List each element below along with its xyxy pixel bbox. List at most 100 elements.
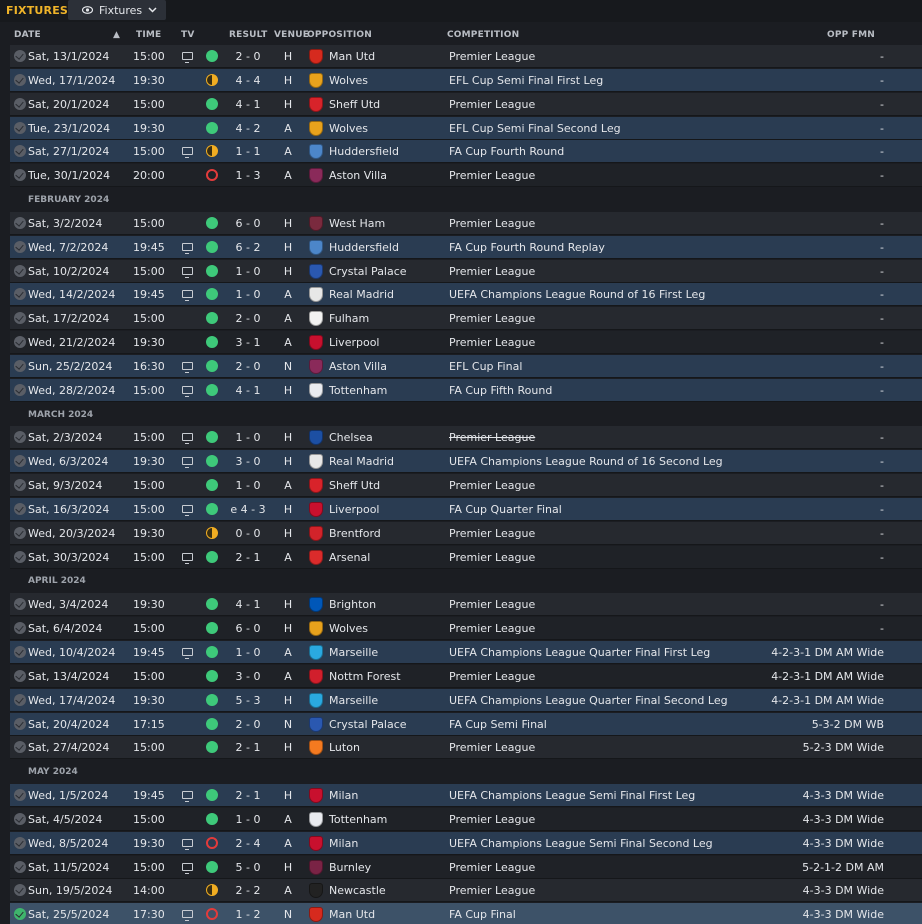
fixture-result[interactable]: 2 - 0 — [228, 718, 268, 731]
competition-name[interactable]: Premier League — [449, 336, 535, 349]
opposition-name[interactable]: Real Madrid — [329, 288, 394, 301]
column-header-result[interactable]: RESULT — [229, 30, 267, 40]
competition-name[interactable]: Premier League — [449, 598, 535, 611]
fixture-result[interactable]: 1 - 0 — [228, 646, 268, 659]
fixture-row[interactable]: Sat, 20/1/2024 15:00 4 - 1 H Sheff Utd Premie… — [10, 93, 922, 116]
opposition-name[interactable]: West Ham — [329, 217, 385, 230]
column-header-competition[interactable]: COMPETITION — [447, 30, 519, 40]
fixture-row[interactable]: Wed, 3/4/2024 19:30 4 - 1 H Brighton Premier … — [10, 593, 922, 616]
fixture-row[interactable]: Sat, 30/3/2024 15:00 2 - 1 A Arsenal Premier … — [10, 546, 922, 569]
opposition-name[interactable]: Man Utd — [329, 50, 375, 63]
competition-name[interactable]: FA Cup Fourth Round Replay — [449, 241, 605, 254]
opposition-name[interactable]: Aston Villa — [329, 360, 387, 373]
fixture-result[interactable]: 4 - 1 — [228, 98, 268, 111]
opposition-name[interactable]: Sheff Utd — [329, 479, 380, 492]
view-selector-button[interactable]: Fixtures — [68, 0, 166, 20]
fixture-row[interactable]: Wed, 10/4/2024 19:45 1 - 0 A Marseille UEFA C… — [10, 641, 922, 664]
fixture-result[interactable]: 1 - 0 — [228, 265, 268, 278]
opposition-name[interactable]: Crystal Palace — [329, 718, 407, 731]
fixture-result[interactable]: 2 - 4 — [228, 837, 268, 850]
opposition-name[interactable]: Brentford — [329, 527, 381, 540]
fixture-row[interactable]: Sat, 10/2/2024 15:00 1 - 0 H Crystal Palace P… — [10, 260, 922, 283]
fixture-row[interactable]: Sat, 3/2/2024 15:00 6 - 0 H West Ham Premier … — [10, 212, 922, 235]
fixture-result[interactable]: 3 - 0 — [228, 670, 268, 683]
opposition-name[interactable]: Milan — [329, 789, 358, 802]
fixture-result[interactable]: 6 - 0 — [228, 217, 268, 230]
opposition-name[interactable]: Nottm Forest — [329, 670, 401, 683]
competition-name[interactable]: Premier League — [449, 551, 535, 564]
fixture-row[interactable]: Wed, 8/5/2024 19:30 2 - 4 A Milan UEFA Champi… — [10, 832, 922, 855]
fixture-row[interactable]: Wed, 7/2/2024 19:45 6 - 2 H Huddersfield FA C… — [10, 236, 922, 259]
fixture-row[interactable]: Wed, 1/5/2024 19:45 2 - 1 H Milan UEFA Champi… — [10, 784, 922, 807]
competition-name[interactable]: Premier League — [449, 813, 535, 826]
fixture-row[interactable]: Tue, 23/1/2024 19:30 4 - 2 A Wolves EFL Cup S… — [10, 117, 922, 140]
fixture-row[interactable]: Sat, 27/1/2024 15:00 1 - 1 A Huddersfield FA … — [10, 140, 922, 163]
fixture-row[interactable]: Sat, 13/4/2024 15:00 3 - 0 A Nottm Forest Pre… — [10, 665, 922, 688]
fixture-row[interactable]: Sat, 17/2/2024 15:00 2 - 0 A Fulham Premier L… — [10, 307, 922, 330]
fixture-row[interactable]: Sat, 16/3/2024 15:00 e 4 - 3 H Liverpool FA C… — [10, 498, 922, 521]
opposition-name[interactable]: Sheff Utd — [329, 98, 380, 111]
column-header-date[interactable]: DATE — [14, 30, 41, 40]
fixture-row[interactable]: Tue, 30/1/2024 20:00 1 - 3 A Aston Villa Prem… — [10, 164, 922, 187]
fixture-result[interactable]: 5 - 3 — [228, 694, 268, 707]
competition-name[interactable]: FA Cup Fourth Round — [449, 145, 564, 158]
fixture-row[interactable]: Sun, 25/2/2024 16:30 2 - 0 N Aston Villa EFL … — [10, 355, 922, 378]
competition-name[interactable]: UEFA Champions League Round of 16 First … — [449, 288, 705, 301]
competition-name[interactable]: Premier League — [449, 479, 535, 492]
fixture-row[interactable]: Sat, 20/4/2024 17:15 2 - 0 N Crystal Palace F… — [10, 713, 922, 736]
competition-name[interactable]: Premier League — [449, 217, 535, 230]
fixture-row[interactable]: Wed, 14/2/2024 19:45 1 - 0 A Real Madrid UEFA… — [10, 283, 922, 306]
fixture-result[interactable]: 4 - 2 — [228, 122, 268, 135]
opposition-name[interactable]: Wolves — [329, 74, 368, 87]
opposition-name[interactable]: Newcastle — [329, 884, 386, 897]
opposition-name[interactable]: Wolves — [329, 122, 368, 135]
fixture-row[interactable]: Wed, 21/2/2024 19:30 3 - 1 A Liverpool Premie… — [10, 331, 922, 354]
fixture-row[interactable]: Wed, 6/3/2024 19:30 3 - 0 H Real Madrid UEFA … — [10, 450, 922, 473]
fixture-result[interactable]: 1 - 0 — [228, 813, 268, 826]
fixture-result[interactable]: 1 - 1 — [228, 145, 268, 158]
competition-name[interactable]: Premier League — [449, 265, 535, 278]
fixture-result[interactable]: 4 - 1 — [228, 384, 268, 397]
competition-name[interactable]: FA Cup Semi Final — [449, 718, 547, 731]
competition-name[interactable]: Premier League — [449, 50, 535, 63]
fixture-row[interactable]: Sat, 13/1/2024 15:00 2 - 0 H Man Utd Premier … — [10, 45, 922, 68]
competition-name[interactable]: EFL Cup Semi Final First Leg — [449, 74, 603, 87]
fixture-row[interactable]: Sat, 9/3/2024 15:00 1 - 0 A Sheff Utd Premier… — [10, 474, 922, 497]
fixture-result[interactable]: 2 - 0 — [228, 360, 268, 373]
competition-name[interactable]: UEFA Champions League Quarter Final Firs… — [449, 646, 710, 659]
fixture-result[interactable]: 6 - 0 — [228, 622, 268, 635]
opposition-name[interactable]: Luton — [329, 741, 360, 754]
opposition-name[interactable]: Arsenal — [329, 551, 370, 564]
competition-name[interactable]: FA Cup Final — [449, 908, 516, 921]
opposition-name[interactable]: Marseille — [329, 646, 378, 659]
fixture-result[interactable]: 1 - 0 — [228, 288, 268, 301]
fixture-result[interactable]: 2 - 1 — [228, 551, 268, 564]
fixture-row[interactable]: Sun, 19/5/2024 14:00 2 - 2 A Newcastle Premie… — [10, 879, 922, 902]
opposition-name[interactable]: Liverpool — [329, 336, 379, 349]
fixture-result[interactable]: 3 - 0 — [228, 455, 268, 468]
column-header-time[interactable]: TIME — [136, 30, 161, 40]
competition-name[interactable]: Premier League — [449, 622, 535, 635]
opposition-name[interactable]: Fulham — [329, 312, 369, 325]
opposition-name[interactable]: Brighton — [329, 598, 376, 611]
competition-name[interactable]: Premier League — [449, 169, 535, 182]
fixture-result[interactable]: 5 - 0 — [228, 861, 268, 874]
competition-name[interactable]: Premier League — [449, 527, 535, 540]
fixture-row[interactable]: Sat, 2/3/2024 15:00 1 - 0 H Chelsea Premier L… — [10, 426, 922, 449]
opposition-name[interactable]: Burnley — [329, 861, 371, 874]
competition-name[interactable]: EFL Cup Final — [449, 360, 522, 373]
fixture-row[interactable]: Sat, 4/5/2024 15:00 1 - 0 A Tottenham Premier… — [10, 808, 922, 831]
opposition-name[interactable]: Liverpool — [329, 503, 379, 516]
fixture-result[interactable]: 2 - 0 — [228, 50, 268, 63]
fixture-row[interactable]: Wed, 17/1/2024 19:30 4 - 4 H Wolves EFL Cup S… — [10, 69, 922, 92]
fixture-result[interactable]: 4 - 4 — [228, 74, 268, 87]
opposition-name[interactable]: Tottenham — [329, 813, 387, 826]
fixture-result[interactable]: 1 - 2 — [228, 908, 268, 921]
fixture-row[interactable]: Sat, 25/5/2024 17:30 1 - 2 N Man Utd FA Cup F… — [10, 903, 922, 924]
fixture-result[interactable]: 2 - 2 — [228, 884, 268, 897]
competition-name[interactable]: Premier League — [449, 861, 535, 874]
column-header-opposition[interactable]: OPPOSITION — [307, 30, 372, 40]
competition-name[interactable]: Premier League — [449, 884, 535, 897]
competition-name[interactable]: Premier League — [449, 98, 535, 111]
fixture-result[interactable]: e 4 - 3 — [228, 503, 268, 516]
